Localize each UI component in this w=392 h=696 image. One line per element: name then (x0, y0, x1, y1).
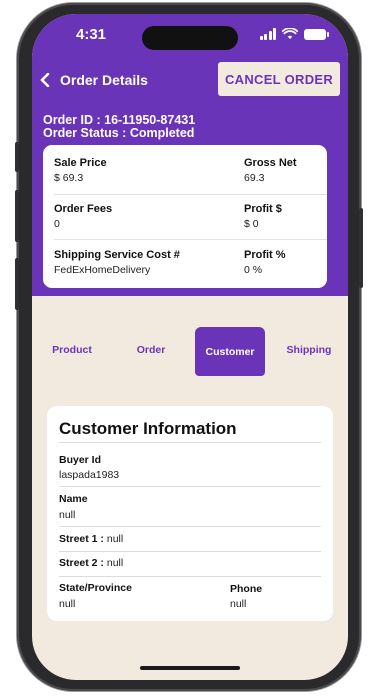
phone-value: null (230, 598, 247, 610)
battery-icon (304, 28, 329, 40)
order-summary-card: Sale Price $ 69.3 Gross Net 69.3 Order F… (43, 145, 327, 288)
side-button (15, 142, 19, 172)
tab-shipping[interactable]: Shipping (274, 327, 344, 372)
street-2-value: null (106, 557, 124, 569)
dynamic-island (142, 26, 238, 50)
order-fees-label: Order Fees (54, 203, 113, 215)
summary-row: Order Fees 0 Profit $ $ 0 (54, 195, 327, 240)
page-title: Order Details (60, 72, 148, 88)
buyer-id-value: laspada1983 (59, 469, 120, 481)
shipping-cost: Shipping Service Cost # FedExHomeDeliver… (54, 249, 180, 276)
order-fees-value: 0 (54, 218, 60, 230)
sale-price-value: $ 69.3 (54, 172, 84, 184)
state-value: null (59, 598, 76, 610)
gross-net: Gross Net 69.3 (244, 157, 297, 184)
tab-product[interactable]: Product (36, 327, 108, 372)
divider (59, 486, 321, 487)
summary-row: Sale Price $ 69.3 Gross Net 69.3 (54, 145, 327, 195)
street-1-value: null (106, 533, 124, 545)
street-1-label: Street 1 : (59, 533, 104, 545)
state-label: State/Province (59, 582, 132, 594)
profit-percent: Profit % 0 % (244, 249, 286, 276)
divider (59, 576, 321, 577)
signal-icon (259, 28, 276, 40)
customer-info-title: Customer Information (59, 419, 237, 438)
buyer-id-label: Buyer Id (59, 454, 102, 466)
side-button (15, 190, 19, 242)
status-time: 4:31 (76, 26, 107, 43)
name-label: Name (59, 493, 88, 505)
sale-price: Sale Price $ 69.3 (54, 157, 107, 184)
order-status: Order Status : Completed (43, 126, 195, 140)
shipping-cost-value: FedExHomeDelivery (54, 264, 151, 276)
home-indicator[interactable] (140, 666, 240, 670)
street-2: Street 2 : null (59, 557, 123, 569)
divider (59, 526, 321, 527)
phone-label: Phone (230, 583, 263, 595)
profit-label: Profit $ (244, 203, 282, 215)
detail-tabs: Product Order Customer Shipping (36, 327, 348, 376)
tab-customer[interactable]: Customer (195, 327, 265, 376)
order-fees: Order Fees 0 (54, 203, 112, 230)
app-screen: 4:31 Order Details CANCEL ORDER Order ID… (32, 14, 348, 680)
tab-order[interactable]: Order (116, 327, 186, 372)
divider (59, 551, 321, 552)
status-icons (259, 27, 329, 41)
profit-value: $ 0 (244, 218, 259, 230)
order-id: Order ID : 16-11950-87431 (43, 113, 196, 127)
profit: Profit $ $ 0 (244, 203, 282, 230)
side-button (359, 208, 363, 288)
side-button (15, 258, 19, 310)
gross-net-label: Gross Net (244, 157, 297, 169)
profit-percent-value: 0 % (244, 264, 263, 276)
divider (59, 442, 321, 443)
street-1: Street 1 : null (59, 533, 123, 545)
shipping-cost-label: Shipping Service Cost # (54, 249, 180, 261)
gross-net-value: 69.3 (244, 172, 265, 184)
back-button[interactable]: Order Details (40, 72, 148, 88)
name-value: null (59, 509, 76, 521)
customer-info-card: Customer Information Buyer Id laspada198… (47, 406, 333, 621)
cancel-order-button[interactable]: CANCEL ORDER (218, 62, 340, 96)
street-2-label: Street 2 : (59, 557, 104, 569)
profit-percent-label: Profit % (244, 249, 286, 261)
back-chevron-icon (40, 73, 50, 87)
wifi-icon (282, 28, 298, 39)
sale-price-label: Sale Price (54, 157, 107, 169)
